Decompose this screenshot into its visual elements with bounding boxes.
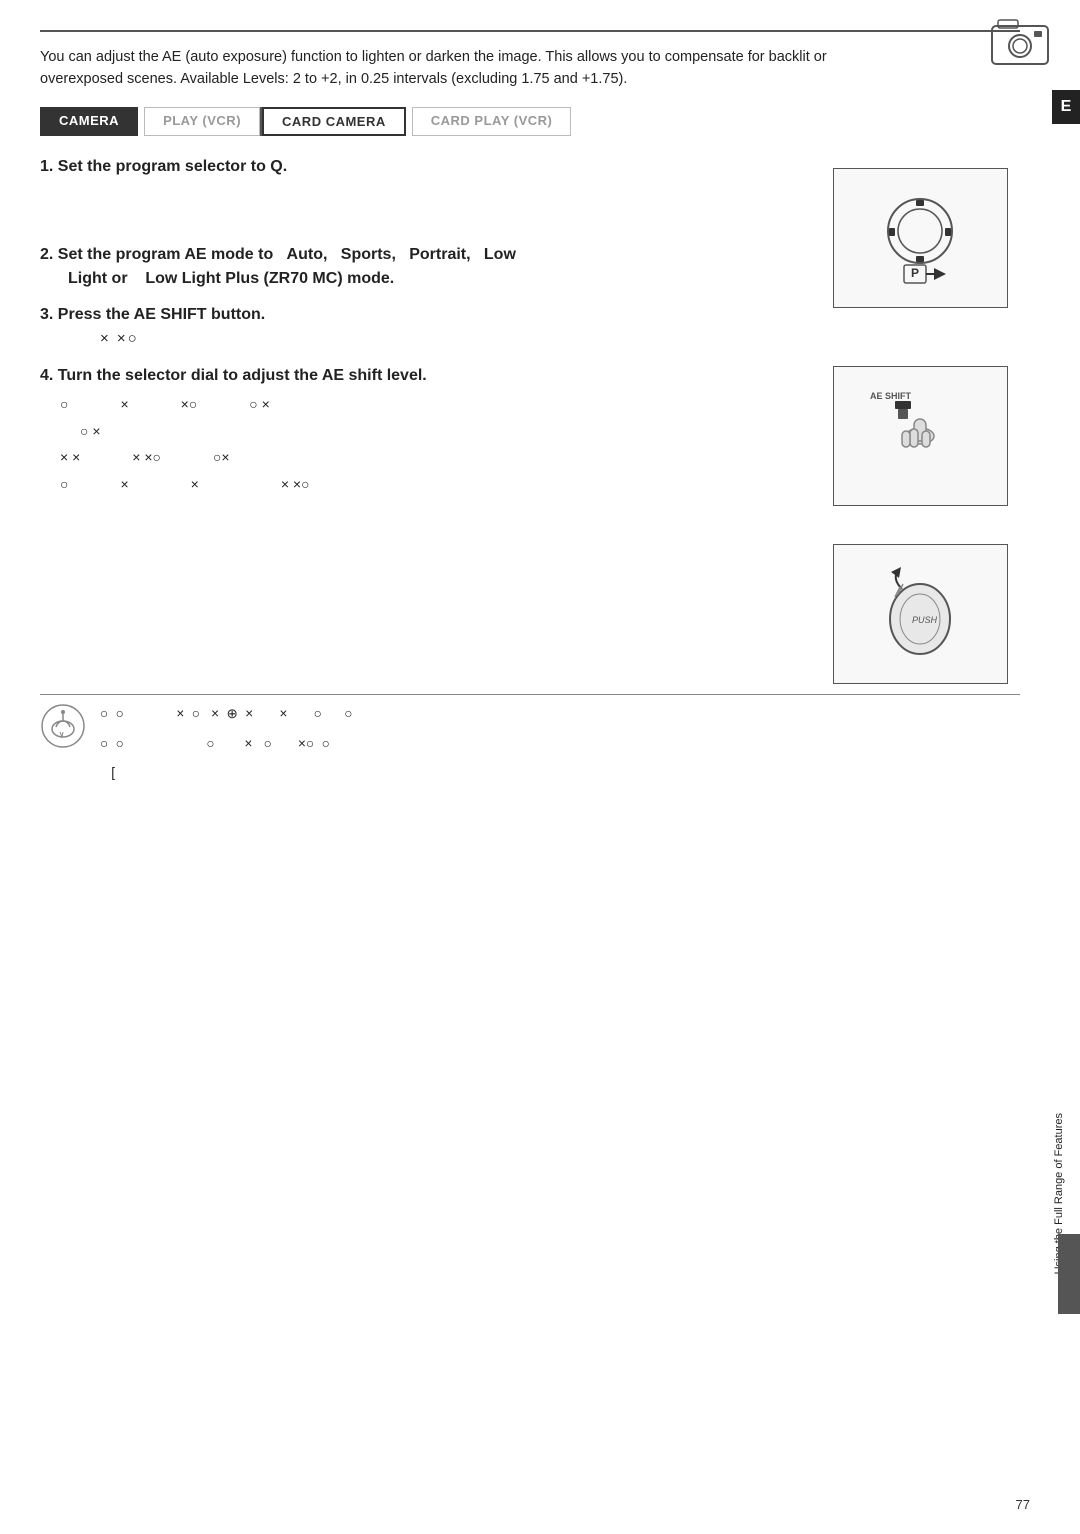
- note-icon: [40, 703, 86, 749]
- camera-icon: [990, 18, 1050, 70]
- step-2-title: 2. Set the program AE mode to Auto, Spor…: [40, 246, 800, 264]
- mode-tabs: CAMERA PLAY (VCR) CARD CAMERA CARD PLAY …: [40, 107, 1020, 136]
- step-1: 1. Set the program selector to Q.: [40, 158, 800, 176]
- step-4-title: 4. Turn the selector dial to adjust the …: [40, 367, 800, 385]
- ae-shift-diagram: AE SHIFT: [833, 366, 1008, 506]
- main-content: You can adjust the AE (auto exposure) fu…: [40, 0, 1020, 784]
- bottom-divider: [40, 694, 1020, 695]
- tab-card-camera[interactable]: CARD CAMERA: [262, 107, 406, 136]
- steps-area: 1. Set the program selector to Q. 2. Set…: [40, 158, 1020, 684]
- section-letter: E: [1052, 90, 1080, 124]
- right-sidebar: E Using the Full Range of Features: [1052, 0, 1080, 1534]
- top-divider: [40, 30, 1020, 32]
- svg-text:AE SHIFT: AE SHIFT: [870, 391, 912, 401]
- selector-dial-diagram: PUSH: [833, 544, 1008, 684]
- tab-card-play-vcr[interactable]: CARD PLAY (VCR): [412, 107, 572, 136]
- tab-play-vcr[interactable]: PLAY (VCR): [144, 107, 260, 136]
- page-number: 77: [1016, 1497, 1030, 1512]
- note-section: ○ ○ × ○ × ⊕ × × ○ ○ ○ ○ ○ × ○ ×○ ○ [: [40, 703, 1020, 784]
- sidebar-bar: [1058, 1234, 1080, 1314]
- steps-right: P AE SHIFT: [820, 158, 1020, 684]
- step-2-subtitle: Light or Low Light Plus (ZR70 MC) mode.: [68, 270, 800, 288]
- svg-text:P: P: [911, 266, 919, 280]
- step-1-title: 1. Set the program selector to Q.: [40, 158, 800, 176]
- steps-left: 1. Set the program selector to Q. 2. Set…: [40, 158, 800, 684]
- step-2: 2. Set the program AE mode to Auto, Spor…: [40, 246, 800, 288]
- note-content: ○ ○ × ○ × ⊕ × × ○ ○ ○ ○ ○ × ○ ×○ ○ [: [100, 703, 1020, 784]
- step-4-grid: ○× ×○○ × ○ × × ×× ×○ ○× ○× × × ×○: [60, 391, 800, 497]
- step-3-symbol: × ×○: [100, 330, 800, 347]
- step-3: 3. Press the AE SHIFT button. × ×○: [40, 306, 800, 347]
- intro-paragraph: You can adjust the AE (auto exposure) fu…: [40, 46, 870, 91]
- tab-camera[interactable]: CAMERA: [40, 107, 138, 136]
- step-4: 4. Turn the selector dial to adjust the …: [40, 367, 800, 497]
- program-selector-diagram: P: [833, 168, 1008, 308]
- step-3-title: 3. Press the AE SHIFT button.: [40, 306, 800, 324]
- svg-text:PUSH: PUSH: [912, 615, 938, 625]
